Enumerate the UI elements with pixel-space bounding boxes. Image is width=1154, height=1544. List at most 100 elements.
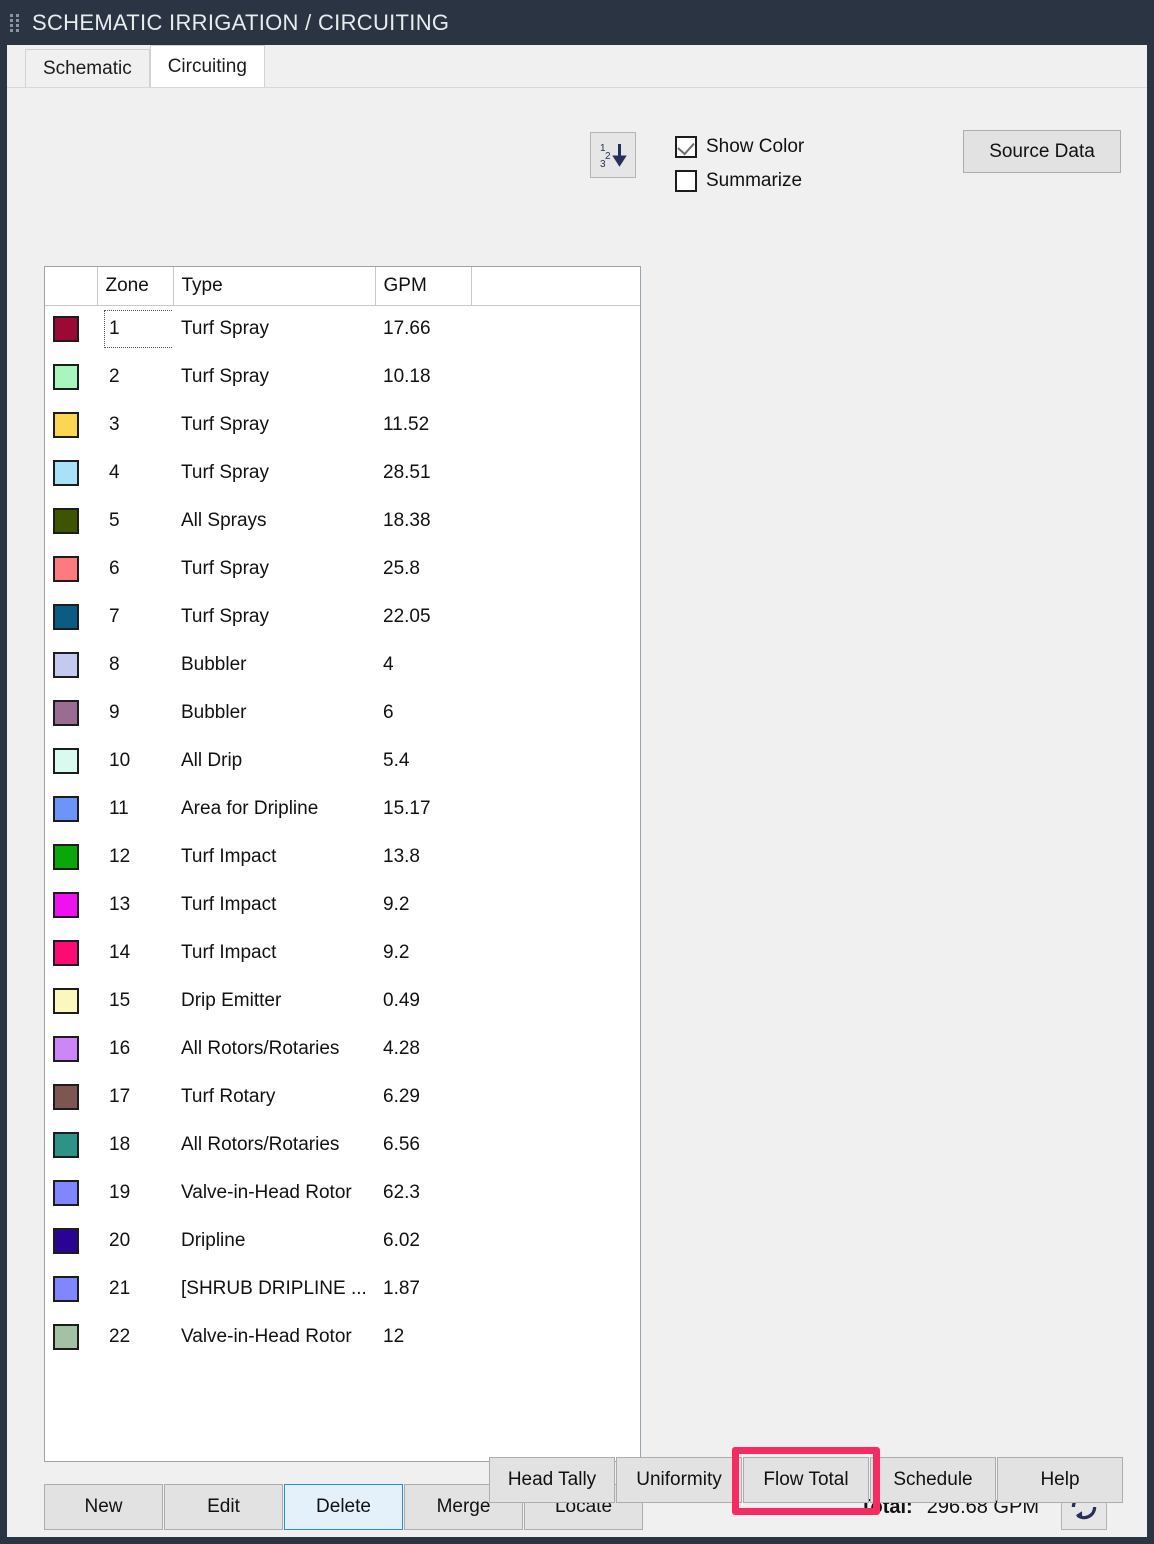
cell-type[interactable]: Turf Spray xyxy=(173,305,375,353)
drag-dots-icon[interactable] xyxy=(10,13,22,33)
column-header-extra[interactable] xyxy=(471,267,640,305)
cell-zone[interactable]: 13 xyxy=(97,881,173,929)
table-row[interactable]: 1Turf Spray17.66 xyxy=(45,305,640,353)
cell-type[interactable]: Bubbler xyxy=(173,689,375,737)
table-row[interactable]: 18All Rotors/Rotaries6.56 xyxy=(45,1121,640,1169)
table-row[interactable]: 16All Rotors/Rotaries4.28 xyxy=(45,1025,640,1073)
table-row[interactable]: 6Turf Spray25.8 xyxy=(45,545,640,593)
cell-type[interactable]: Valve-in-Head Rotor xyxy=(173,1169,375,1217)
summarize-checkbox[interactable]: Summarize xyxy=(675,164,804,198)
table-row[interactable]: 4Turf Spray28.51 xyxy=(45,449,640,497)
cell-gpm[interactable]: 0.49 xyxy=(375,977,471,1025)
cell-gpm[interactable]: 25.8 xyxy=(375,545,471,593)
cell-type[interactable]: Turf Spray xyxy=(173,545,375,593)
cell-type[interactable]: All Rotors/Rotaries xyxy=(173,1025,375,1073)
cell-type[interactable]: Turf Spray xyxy=(173,593,375,641)
sort-ascending-button[interactable]: 1 2 3 xyxy=(590,132,636,178)
cell-zone[interactable]: 3 xyxy=(97,401,173,449)
table-row[interactable]: 7Turf Spray22.05 xyxy=(45,593,640,641)
cell-zone[interactable]: 16 xyxy=(97,1025,173,1073)
schedule-button[interactable]: Schedule xyxy=(870,1457,996,1503)
cell-gpm[interactable]: 4.28 xyxy=(375,1025,471,1073)
show-color-checkbox[interactable]: Show Color xyxy=(675,130,804,164)
table-row[interactable]: 8Bubbler4 xyxy=(45,641,640,689)
cell-zone[interactable]: 17 xyxy=(97,1073,173,1121)
cell-zone[interactable]: 18 xyxy=(97,1121,173,1169)
cell-gpm[interactable]: 4 xyxy=(375,641,471,689)
cell-zone[interactable]: 6 xyxy=(97,545,173,593)
tab-circuiting[interactable]: Circuiting xyxy=(150,45,265,87)
table-row[interactable]: 5All Sprays18.38 xyxy=(45,497,640,545)
table-row[interactable]: 11Area for Dripline15.17 xyxy=(45,785,640,833)
cell-type[interactable]: All Rotors/Rotaries xyxy=(173,1121,375,1169)
cell-gpm[interactable]: 5.4 xyxy=(375,737,471,785)
cell-type[interactable]: All Sprays xyxy=(173,497,375,545)
cell-gpm[interactable]: 17.66 xyxy=(375,305,471,353)
cell-zone[interactable]: 10 xyxy=(97,737,173,785)
cell-zone[interactable]: 21 xyxy=(97,1265,173,1313)
cell-type[interactable]: Turf Rotary xyxy=(173,1073,375,1121)
cell-gpm[interactable]: 18.38 xyxy=(375,497,471,545)
column-header-zone[interactable]: Zone xyxy=(97,267,173,305)
cell-gpm[interactable]: 9.2 xyxy=(375,881,471,929)
table-row[interactable]: 10All Drip5.4 xyxy=(45,737,640,785)
cell-type[interactable]: Turf Impact xyxy=(173,881,375,929)
cell-zone[interactable]: 12 xyxy=(97,833,173,881)
table-row[interactable]: 13Turf Impact9.2 xyxy=(45,881,640,929)
cell-type[interactable]: Turf Spray xyxy=(173,353,375,401)
cell-gpm[interactable]: 1.87 xyxy=(375,1265,471,1313)
table-row[interactable]: 9Bubbler6 xyxy=(45,689,640,737)
table-row[interactable]: 3Turf Spray11.52 xyxy=(45,401,640,449)
table-row[interactable]: 14Turf Impact9.2 xyxy=(45,929,640,977)
cell-gpm[interactable]: 22.05 xyxy=(375,593,471,641)
cell-zone[interactable]: 20 xyxy=(97,1217,173,1265)
cell-type[interactable]: All Drip xyxy=(173,737,375,785)
cell-zone[interactable]: 2 xyxy=(97,353,173,401)
cell-zone[interactable]: 19 xyxy=(97,1169,173,1217)
table-row[interactable]: 20Dripline6.02 xyxy=(45,1217,640,1265)
cell-type[interactable]: Area for Dripline xyxy=(173,785,375,833)
cell-gpm[interactable]: 13.8 xyxy=(375,833,471,881)
cell-zone[interactable]: 1 xyxy=(97,305,173,353)
table-row[interactable]: 12Turf Impact13.8 xyxy=(45,833,640,881)
table-row[interactable]: 19Valve-in-Head Rotor62.3 xyxy=(45,1169,640,1217)
flow-total-button[interactable]: Flow Total xyxy=(743,1457,869,1503)
zone-list[interactable]: Zone Type GPM 1Turf Spray17.662Turf Spra… xyxy=(44,266,641,1462)
cell-gpm[interactable]: 62.3 xyxy=(375,1169,471,1217)
cell-zone[interactable]: 8 xyxy=(97,641,173,689)
cell-type[interactable]: Valve-in-Head Rotor xyxy=(173,1313,375,1361)
cell-type[interactable]: Turf Spray xyxy=(173,449,375,497)
column-header-type[interactable]: Type xyxy=(173,267,375,305)
cell-zone[interactable]: 9 xyxy=(97,689,173,737)
tab-schematic[interactable]: Schematic xyxy=(25,49,150,87)
cell-gpm[interactable]: 6.56 xyxy=(375,1121,471,1169)
cell-gpm[interactable]: 6 xyxy=(375,689,471,737)
cell-zone[interactable]: 15 xyxy=(97,977,173,1025)
cell-type[interactable]: Dripline xyxy=(173,1217,375,1265)
table-row[interactable]: 2Turf Spray10.18 xyxy=(45,353,640,401)
cell-zone[interactable]: 7 xyxy=(97,593,173,641)
cell-type[interactable]: Turf Impact xyxy=(173,833,375,881)
cell-zone[interactable]: 14 xyxy=(97,929,173,977)
table-row[interactable]: 22Valve-in-Head Rotor12 xyxy=(45,1313,640,1361)
cell-gpm[interactable]: 6.02 xyxy=(375,1217,471,1265)
table-row[interactable]: 17Turf Rotary6.29 xyxy=(45,1073,640,1121)
cell-zone[interactable]: 22 xyxy=(97,1313,173,1361)
table-row[interactable]: 15Drip Emitter0.49 xyxy=(45,977,640,1025)
cell-zone[interactable]: 11 xyxy=(97,785,173,833)
cell-gpm[interactable]: 10.18 xyxy=(375,353,471,401)
cell-gpm[interactable]: 12 xyxy=(375,1313,471,1361)
cell-zone[interactable]: 5 xyxy=(97,497,173,545)
source-data-button[interactable]: Source Data xyxy=(963,130,1121,173)
cell-type[interactable]: Bubbler xyxy=(173,641,375,689)
cell-type[interactable]: Turf Spray xyxy=(173,401,375,449)
cell-type[interactable]: [SHRUB DRIPLINE ... xyxy=(173,1265,375,1313)
cell-gpm[interactable]: 15.17 xyxy=(375,785,471,833)
cell-zone[interactable]: 4 xyxy=(97,449,173,497)
column-header-gpm[interactable]: GPM xyxy=(375,267,471,305)
cell-gpm[interactable]: 6.29 xyxy=(375,1073,471,1121)
cell-type[interactable]: Turf Impact xyxy=(173,929,375,977)
cell-gpm[interactable]: 11.52 xyxy=(375,401,471,449)
head-tally-button[interactable]: Head Tally xyxy=(489,1457,615,1503)
help-button[interactable]: Help xyxy=(997,1457,1123,1503)
